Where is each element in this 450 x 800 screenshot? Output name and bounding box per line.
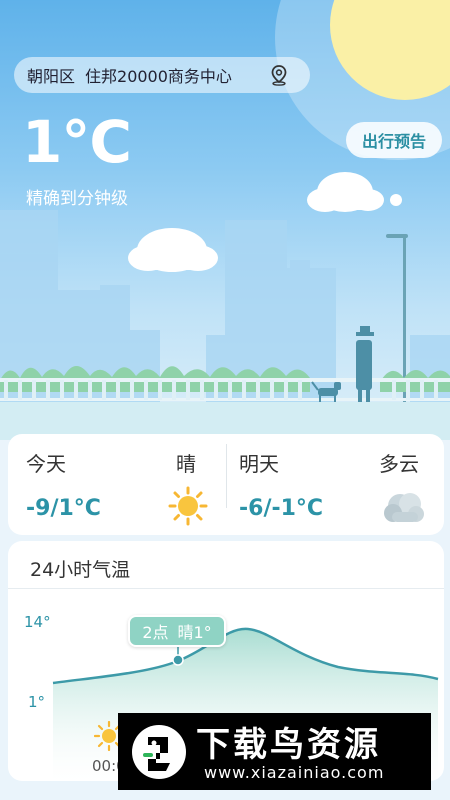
accuracy-note: 精确到分钟级 bbox=[26, 189, 128, 209]
district-label: 朝阳区 bbox=[27, 67, 76, 86]
hourly-title: 24小时气温 bbox=[30, 559, 131, 581]
watermark-url: www.xiazainiao.com bbox=[204, 763, 385, 782]
forecast-condition: 晴 bbox=[176, 452, 196, 476]
forecast-condition: 多云 bbox=[379, 452, 419, 476]
location-selector[interactable]: 朝阳区 住邦20000商务中心 bbox=[14, 57, 310, 93]
location-pin-icon bbox=[271, 65, 287, 86]
city-scene-illustration bbox=[0, 172, 450, 440]
temp-max-label: 14° bbox=[24, 613, 51, 631]
temp-min-label: 1° bbox=[28, 693, 46, 711]
bird-logo-icon bbox=[132, 725, 186, 779]
watermark-title: 下载鸟资源 bbox=[196, 725, 381, 765]
cloudy-icon bbox=[384, 493, 424, 522]
sunny-icon bbox=[168, 486, 208, 526]
hour-tooltip: 2点 晴1° bbox=[128, 615, 226, 647]
daily-forecast-card: 今天 晴 -9/1°C 明天 多云 -6/-1°C bbox=[8, 434, 444, 535]
weather-hero: 朝阳区 住邦20000商务中心 1°C 精确到分钟级 出行预告 bbox=[0, 0, 450, 440]
forecast-day-label: 今天 bbox=[26, 452, 66, 476]
current-temperature: 1°C bbox=[22, 108, 132, 176]
watermark-banner: 下载鸟资源 www.xiazainiao.com bbox=[118, 713, 431, 790]
forecast-temp-range: -9/1°C bbox=[26, 496, 101, 521]
address-label: 住邦20000商务中心 bbox=[85, 67, 232, 86]
forecast-day-label: 明天 bbox=[239, 452, 279, 476]
forecast-divider bbox=[226, 444, 227, 508]
tooltip-condition: 晴1° bbox=[177, 623, 212, 642]
forecast-temp-range: -6/-1°C bbox=[239, 496, 324, 521]
tooltip-time: 2点 bbox=[142, 623, 169, 642]
hourly-divider bbox=[8, 588, 444, 589]
trip-forecast-button[interactable]: 出行预告 bbox=[346, 122, 442, 158]
